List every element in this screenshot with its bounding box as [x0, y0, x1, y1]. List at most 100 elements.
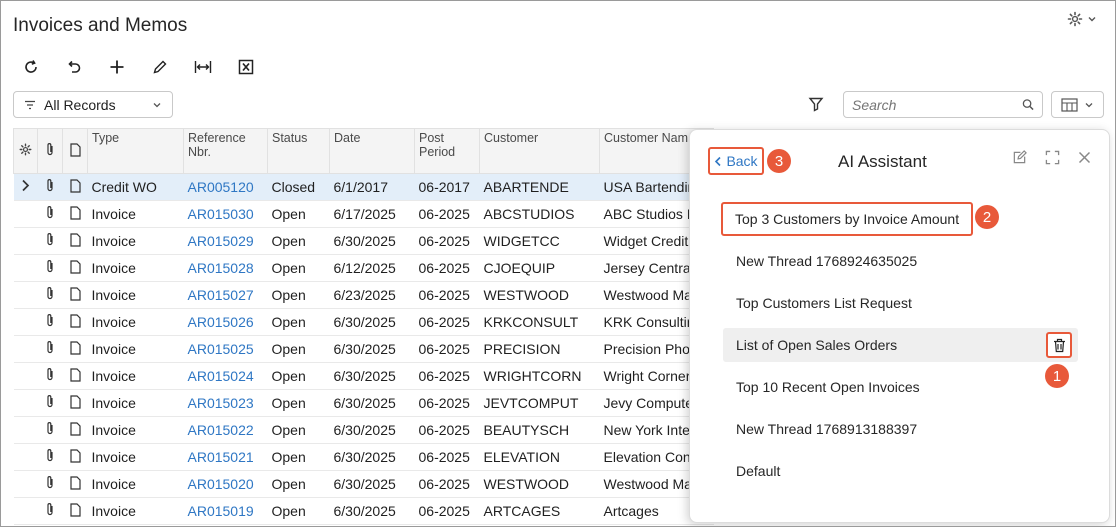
search-input[interactable]	[852, 96, 1022, 113]
col-reference-nbr[interactable]: Reference Nbr.	[183, 128, 268, 174]
delete-thread-button[interactable]	[1046, 332, 1072, 358]
back-button[interactable]: Back	[708, 147, 764, 175]
row-attachment[interactable]	[37, 254, 63, 282]
row-attachment[interactable]	[37, 200, 63, 228]
row-notes[interactable]	[62, 497, 88, 525]
col-status[interactable]: Status	[267, 128, 330, 174]
reference-link[interactable]: AR015022	[188, 422, 254, 438]
table-row[interactable]: Invoice AR015025 Open 6/30/2025 06-2025 PRECI…	[13, 335, 714, 363]
reference-link[interactable]: AR015025	[188, 341, 254, 357]
row-notes[interactable]	[62, 389, 88, 417]
reference-link[interactable]: AR015030	[188, 206, 254, 222]
cell-type: Invoice	[87, 389, 184, 417]
table-row[interactable]: Invoice AR015019 Open 6/30/2025 06-2025 ARTCA…	[13, 497, 714, 525]
col-post-period[interactable]: Post Period	[414, 128, 480, 174]
row-attachment[interactable]	[37, 470, 63, 498]
table-row[interactable]: Invoice AR015023 Open 6/30/2025 06-2025 JEVTC…	[13, 389, 714, 417]
refresh-button[interactable]	[21, 57, 41, 77]
grid-settings-cell[interactable]	[13, 128, 38, 174]
reference-link[interactable]: AR015026	[188, 314, 254, 330]
row-expander[interactable]	[13, 173, 38, 201]
thread-item[interactable]: List of Open Sales Orders	[723, 328, 1078, 362]
edit-button[interactable]	[150, 57, 170, 77]
thread-item[interactable]: Top Customers List Request	[723, 286, 1078, 320]
fit-columns-button[interactable]	[193, 57, 213, 77]
row-expander	[13, 227, 38, 255]
cell-post-period: 06-2025	[414, 281, 480, 309]
edit-thread-button[interactable]	[1012, 150, 1027, 170]
thread-item[interactable]: New Thread 1768913188397	[723, 412, 1078, 446]
row-notes[interactable]	[62, 416, 88, 444]
settings-menu[interactable]	[1067, 11, 1097, 27]
row-attachment[interactable]	[37, 173, 63, 201]
table-row[interactable]: Invoice AR015020 Open 6/30/2025 06-2025 WESTW…	[13, 470, 714, 498]
row-notes[interactable]	[62, 254, 88, 282]
cell-date: 6/30/2025	[329, 335, 415, 363]
table-row[interactable]: Invoice AR015030 Open 6/17/2025 06-2025 ABCST…	[13, 200, 714, 228]
thread-label: Top Customers List Request	[736, 295, 912, 311]
row-attachment[interactable]	[37, 416, 63, 444]
row-expander	[13, 497, 38, 525]
column-config-button[interactable]	[1051, 91, 1104, 118]
cell-type: Credit WO	[87, 173, 184, 201]
cell-customer: WESTWOOD	[479, 470, 600, 498]
row-attachment[interactable]	[37, 308, 63, 336]
cell-date: 6/30/2025	[329, 497, 415, 525]
paperclip-icon	[47, 395, 53, 408]
close-button[interactable]	[1078, 151, 1091, 169]
col-customer[interactable]: Customer	[479, 128, 600, 174]
row-notes[interactable]	[62, 281, 88, 309]
row-notes[interactable]	[62, 173, 88, 201]
row-notes[interactable]	[62, 200, 88, 228]
reference-link[interactable]: AR015019	[188, 503, 254, 519]
table-row[interactable]: Invoice AR015029 Open 6/30/2025 06-2025 WIDGE…	[13, 227, 714, 255]
filter-dropdown[interactable]: All Records	[13, 91, 173, 118]
document-icon	[69, 475, 81, 490]
row-attachment[interactable]	[37, 362, 63, 390]
table-row[interactable]: Invoice AR015028 Open 6/12/2025 06-2025 CJOEQ…	[13, 254, 714, 282]
table-row[interactable]: Invoice AR015022 Open 6/30/2025 06-2025 BEAUT…	[13, 416, 714, 444]
row-attachment[interactable]	[37, 443, 63, 471]
row-notes[interactable]	[62, 335, 88, 363]
reference-link[interactable]: AR015029	[188, 233, 254, 249]
reference-link[interactable]: AR015027	[188, 287, 254, 303]
filter-button[interactable]	[808, 96, 824, 117]
col-date[interactable]: Date	[329, 128, 415, 174]
cell-customer: WIDGETCC	[479, 227, 600, 255]
table-row[interactable]: Credit WO AR005120 Closed 6/1/2017 06-2017 AB…	[13, 173, 714, 201]
row-notes[interactable]	[62, 227, 88, 255]
thread-item[interactable]: Top 10 Recent Open Invoices	[723, 370, 1078, 404]
close-icon	[1078, 151, 1091, 164]
excel-export-icon	[238, 59, 254, 75]
thread-item[interactable]: Top 3 Customers by Invoice Amount	[721, 202, 973, 236]
reference-link[interactable]: AR015020	[188, 476, 254, 492]
filter-lines-icon	[25, 100, 35, 109]
thread-item[interactable]: Default	[723, 454, 1078, 488]
row-notes[interactable]	[62, 308, 88, 336]
table-row[interactable]: Invoice AR015024 Open 6/30/2025 06-2025 WRIGH…	[13, 362, 714, 390]
excel-export-button[interactable]	[236, 57, 256, 77]
reference-link[interactable]: AR015023	[188, 395, 254, 411]
col-type[interactable]: Type	[87, 128, 184, 174]
row-attachment[interactable]	[37, 227, 63, 255]
row-attachment[interactable]	[37, 335, 63, 363]
add-button[interactable]	[107, 57, 127, 77]
expand-button[interactable]	[1045, 150, 1060, 170]
row-notes[interactable]	[62, 443, 88, 471]
row-attachment[interactable]	[37, 389, 63, 417]
paperclip-icon	[47, 503, 53, 516]
row-notes[interactable]	[62, 362, 88, 390]
row-notes[interactable]	[62, 470, 88, 498]
screen-frame: Invoices and Memos All Records Search Ty…	[0, 0, 1116, 527]
thread-item[interactable]: New Thread 1768924635025	[723, 244, 1078, 278]
row-attachment[interactable]	[37, 281, 63, 309]
undo-button[interactable]	[64, 57, 84, 77]
reference-link[interactable]: AR015028	[188, 260, 254, 276]
table-row[interactable]: Invoice AR015026 Open 6/30/2025 06-2025 KRKCO…	[13, 308, 714, 336]
row-attachment[interactable]	[37, 497, 63, 525]
reference-link[interactable]: AR005120	[188, 179, 254, 195]
reference-link[interactable]: AR015021	[188, 449, 254, 465]
reference-link[interactable]: AR015024	[188, 368, 254, 384]
table-row[interactable]: Invoice AR015021 Open 6/30/2025 06-2025 ELEVA…	[13, 443, 714, 471]
table-row[interactable]: Invoice AR015027 Open 6/23/2025 06-2025 WESTW…	[13, 281, 714, 309]
